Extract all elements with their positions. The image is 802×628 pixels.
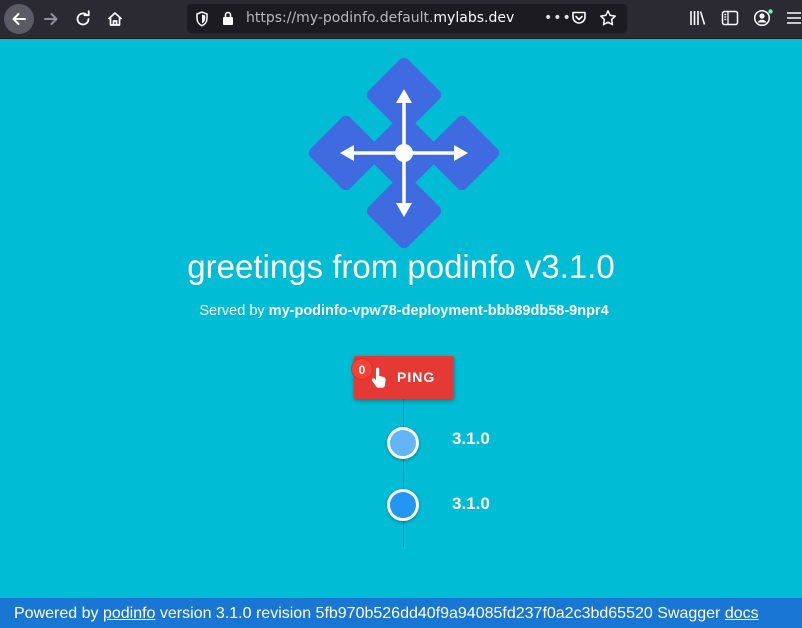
- timeline-version: 3.1.0: [452, 494, 490, 513]
- sidebar-icon[interactable]: [721, 9, 739, 27]
- home-icon: [107, 12, 123, 26]
- url-text[interactable]: https://my-podinfo.default.mylabs.dev: [246, 4, 514, 33]
- footer: Powered by podinfo version 3.1.0 revisio…: [0, 598, 802, 628]
- arrow-left-icon: [12, 13, 26, 25]
- star-icon[interactable]: [599, 9, 617, 27]
- back-button[interactable]: [4, 4, 34, 34]
- footer-version-text: version 3.1.0 revision 5fb970b526dd40f9a…: [159, 605, 721, 622]
- served-by-text: Served by my-podinfo-vpw78-deployment-bb…: [0, 303, 802, 319]
- timeline-line: [403, 399, 404, 547]
- podinfo-logo: [308, 57, 500, 249]
- ping-count-badge: 0: [351, 358, 373, 380]
- pocket-icon[interactable]: [571, 10, 587, 26]
- ping-label: PING: [397, 369, 436, 385]
- docs-link[interactable]: docs: [725, 605, 759, 622]
- timeline-dot: [387, 427, 419, 459]
- served-by-host: my-podinfo-vpw78-deployment-bbb89db58-9n…: [268, 303, 609, 319]
- timeline-dot: [387, 489, 419, 521]
- served-by-label: Served by: [199, 303, 265, 319]
- arrow-right-icon: [44, 13, 58, 25]
- url-bar[interactable]: https://my-podinfo.default.mylabs.dev ••…: [187, 4, 627, 33]
- page-title: greetings from podinfo v3.1.0: [187, 248, 615, 285]
- forward-button[interactable]: [36, 4, 66, 34]
- timeline-version: 3.1.0: [452, 429, 490, 448]
- account-icon[interactable]: [753, 9, 775, 27]
- url-domain: mylabs.dev: [433, 10, 515, 26]
- podinfo-link[interactable]: podinfo: [103, 605, 156, 622]
- lock-icon[interactable]: [221, 10, 235, 26]
- reload-icon: [76, 10, 90, 26]
- footer-powered-by: Powered by: [14, 605, 99, 622]
- browser-toolbar: https://my-podinfo.default.mylabs.dev ••…: [0, 0, 802, 39]
- reload-button[interactable]: [68, 4, 98, 34]
- home-button[interactable]: [100, 4, 130, 34]
- library-icon[interactable]: [689, 9, 707, 27]
- url-prefix: https://my-podinfo.default.: [246, 10, 434, 26]
- hamburger-menu-icon[interactable]: [786, 9, 802, 27]
- shield-icon[interactable]: [195, 11, 209, 27]
- page-actions-more-icon[interactable]: •••: [544, 10, 572, 26]
